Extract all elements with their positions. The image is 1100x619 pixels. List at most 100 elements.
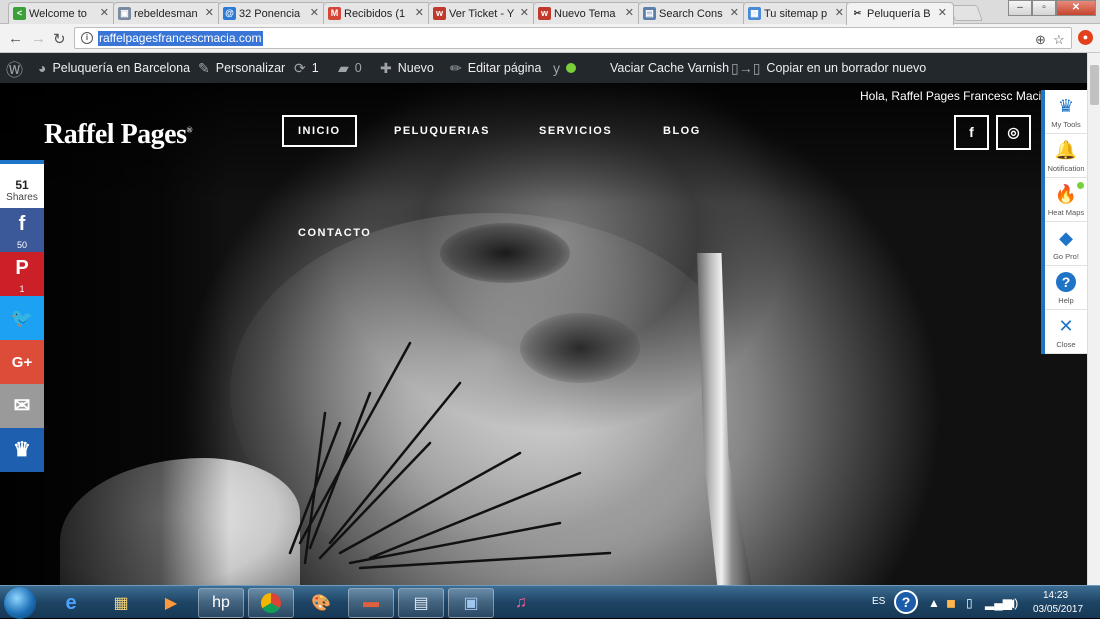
- chrome-icon[interactable]: [248, 588, 294, 618]
- close-icon[interactable]: ✕: [310, 6, 319, 19]
- itunes-icon[interactable]: ♫: [498, 588, 544, 618]
- facebook-icon[interactable]: f: [954, 115, 989, 150]
- back-arrow-icon[interactable]: ←: [8, 30, 23, 47]
- share-email-button[interactable]: ✉: [0, 384, 44, 428]
- share-twitter-button[interactable]: 🐦: [0, 296, 44, 340]
- tab-label: Peluquería B: [867, 8, 931, 20]
- file-explorer-icon[interactable]: ▦: [98, 588, 144, 618]
- close-icon[interactable]: ✕: [520, 6, 529, 19]
- share-count: 1: [19, 284, 25, 294]
- tool-notification[interactable]: 🔔 Notification: [1045, 134, 1087, 178]
- help-icon[interactable]: ?: [894, 590, 918, 614]
- notepad-icon[interactable]: ▤: [398, 588, 444, 618]
- wordpress-logo-icon[interactable]: Ⓦ: [6, 53, 23, 83]
- minimize-button[interactable]: –: [1008, 0, 1032, 16]
- customize-label: Personalizar: [215, 61, 286, 75]
- share-count: 50: [16, 240, 27, 250]
- forward-arrow-icon[interactable]: →: [31, 30, 46, 47]
- tool-heat-maps[interactable]: 🔥 Heat Maps: [1045, 178, 1087, 222]
- internet-explorer-icon[interactable]: e: [48, 588, 94, 618]
- copy-draft-link[interactable]: ▯→▯ Copiar en un borrador nuevo: [731, 53, 926, 83]
- close-icon[interactable]: ✕: [730, 6, 739, 19]
- app-icon[interactable]: ▬: [348, 588, 394, 618]
- extension-icon[interactable]: ●: [1078, 30, 1093, 45]
- tab-favicon-icon: @: [223, 7, 236, 20]
- browser-tab[interactable]: ▤ Search Cons ✕: [638, 2, 746, 24]
- new-tab-button[interactable]: [949, 5, 983, 21]
- email-icon: ✉: [13, 395, 31, 417]
- instagram-icon[interactable]: ◎: [996, 115, 1031, 150]
- browser-tab[interactable]: w Ver Ticket - Y ✕: [428, 2, 536, 24]
- hero-photo-hair: [288, 341, 612, 570]
- media-player-icon[interactable]: ▶: [148, 588, 194, 618]
- close-icon[interactable]: ✕: [625, 6, 634, 19]
- clock-time[interactable]: 14:23: [1043, 590, 1068, 601]
- hp-app-icon[interactable]: hp: [198, 588, 244, 618]
- share-pinterest-button[interactable]: P1: [0, 252, 44, 296]
- share-total-label: Shares: [6, 192, 38, 203]
- tool-label: My Tools: [1051, 120, 1081, 129]
- sumo-button[interactable]: ♛: [0, 428, 44, 472]
- customize-link[interactable]: ✎ Personalizar: [198, 53, 285, 83]
- yoast-seo-link[interactable]: y: [553, 53, 576, 83]
- nav-servicios[interactable]: SERVICIOS: [539, 125, 612, 137]
- vertical-scrollbar[interactable]: [1087, 53, 1100, 585]
- close-icon[interactable]: ✕: [835, 6, 844, 19]
- nav-blog[interactable]: BLOG: [663, 125, 701, 137]
- admin-greeting[interactable]: Hola, Raffel Pages Francesc Macia: [860, 89, 1048, 103]
- maximize-button[interactable]: ▫: [1032, 0, 1056, 16]
- paint-icon[interactable]: 🎨: [298, 588, 344, 618]
- browser-tab[interactable]: ▦ Tu sitemap p ✕: [743, 2, 851, 24]
- updates-link[interactable]: ⟳ 1: [294, 53, 319, 83]
- url-text[interactable]: raffelpagesfrancescmacia.com: [98, 31, 263, 46]
- tab-favicon-icon: w: [433, 7, 446, 20]
- browser-tab[interactable]: w Nuevo Tema ✕: [533, 2, 641, 24]
- nav-inicio[interactable]: INICIO: [282, 115, 357, 147]
- site-logo[interactable]: Raffel Pages®: [44, 119, 193, 151]
- zoom-icon[interactable]: ⊕: [1035, 32, 1046, 48]
- photo-viewer-icon[interactable]: ▣: [448, 588, 494, 618]
- brush-icon: ✎: [198, 59, 210, 76]
- browser-tab[interactable]: @32 Ponencia ✕: [218, 2, 326, 24]
- start-button[interactable]: [4, 587, 36, 619]
- new-content-link[interactable]: ✚ Nuevo: [380, 53, 434, 83]
- tool-close[interactable]: ✕ Close: [1045, 310, 1087, 354]
- language-indicator[interactable]: ES: [872, 596, 885, 607]
- nav-contacto[interactable]: CONTACTO: [298, 227, 371, 239]
- close-icon[interactable]: ✕: [100, 6, 109, 19]
- tab-label: Welcome to: [29, 7, 87, 20]
- tray-app-icon[interactable]: ◼: [946, 596, 956, 610]
- tray-expand-icon[interactable]: ▲: [928, 596, 940, 610]
- close-icon[interactable]: ✕: [938, 6, 947, 19]
- tool-my-tools[interactable]: ♛ My Tools: [1045, 90, 1087, 134]
- edit-page-link[interactable]: ✏ Editar página: [450, 53, 541, 83]
- browser-tab[interactable]: M Recibidos (1 ✕: [323, 2, 431, 24]
- close-icon[interactable]: ✕: [205, 6, 214, 19]
- browser-tab[interactable]: < Welcome to ✕: [8, 2, 116, 24]
- comments-link[interactable]: ▰ 0: [338, 53, 362, 83]
- browser-tab-active[interactable]: ✂ Peluquería B ✕: [846, 2, 954, 25]
- address-bar[interactable]: i raffelpagesfrancescmacia.com ⊕ ☆: [74, 27, 1072, 49]
- share-bar: 51 Shares f 50 P1 🐦 G+ ✉ ♛: [0, 160, 44, 472]
- tab-label: 32 Ponencia: [239, 7, 301, 20]
- tool-help[interactable]: ? Help: [1045, 266, 1087, 310]
- window-close-button[interactable]: ✕: [1056, 0, 1096, 16]
- tool-go-pro[interactable]: ◆ Go Pro!: [1045, 222, 1087, 266]
- comment-icon: ▰: [338, 59, 349, 76]
- nav-peluquerias[interactable]: PELUQUERIAS: [394, 125, 490, 137]
- dashboard-icon: ◕: [38, 60, 47, 76]
- varnish-purge-link[interactable]: Vaciar Cache Varnish: [610, 53, 729, 83]
- reload-icon[interactable]: ↻: [53, 30, 66, 48]
- browser-tab[interactable]: ▣ rebeldesman ✕: [113, 2, 221, 24]
- share-googleplus-button[interactable]: G+: [0, 340, 44, 384]
- bookmark-star-icon[interactable]: ☆: [1053, 32, 1065, 48]
- site-name-link[interactable]: ◕ Peluquería en Barcelona: [38, 53, 190, 83]
- info-icon[interactable]: i: [81, 32, 93, 44]
- volume-icon[interactable]: ◀): [1005, 596, 1018, 610]
- tab-favicon-icon: w: [538, 7, 551, 20]
- scrollbar-thumb[interactable]: [1090, 65, 1099, 105]
- power-icon[interactable]: ▯: [966, 596, 973, 610]
- close-icon[interactable]: ✕: [415, 6, 424, 19]
- share-facebook-button[interactable]: f 50: [0, 208, 44, 252]
- clock-date[interactable]: 03/05/2017: [1033, 604, 1083, 615]
